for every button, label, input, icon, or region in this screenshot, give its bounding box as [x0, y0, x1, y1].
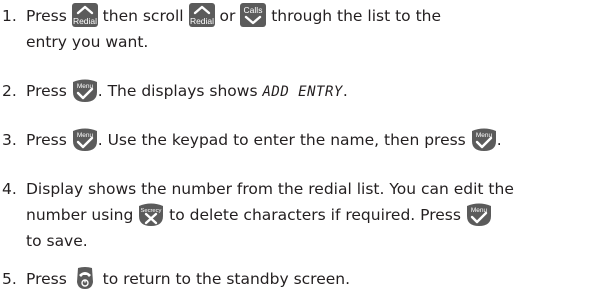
- svg-text:Secrecy: Secrecy: [141, 208, 162, 214]
- step-number: 3.: [2, 131, 17, 149]
- step-number: 4.: [2, 180, 17, 198]
- step-number: 1.: [2, 7, 17, 25]
- step-text: Press Menu . The displays shows ADD ENTR…: [26, 78, 601, 105]
- redial-key-icon: Redial: [71, 3, 98, 27]
- menu-key-icon: Menu: [72, 78, 98, 102]
- step-text: Display shows the number from the redial…: [26, 180, 514, 250]
- svg-text:Redial: Redial: [73, 16, 97, 26]
- svg-text:Redial: Redial: [189, 16, 213, 26]
- instruction-list: 1. Press Redial then scroll Redial or Ca…: [0, 0, 602, 299]
- lcd-display-text: ADD ENTRY: [262, 84, 343, 100]
- step-text: Press Redial then scroll Redial or Calls…: [26, 3, 442, 51]
- menu-key-icon: Menu: [72, 127, 98, 151]
- step-text: Press to return to the standby screen.: [26, 266, 601, 292]
- end-call-key-icon: [72, 266, 98, 290]
- secrecy-key-icon: Secrecy: [138, 202, 164, 226]
- menu-key-icon: Menu: [466, 202, 492, 226]
- step-number: 5.: [2, 270, 17, 288]
- step-text: Press Menu . Use the keypad to enter the…: [26, 127, 601, 153]
- calls-key-icon: Calls: [240, 3, 267, 27]
- step-number: 2.: [2, 82, 17, 100]
- redial-key-icon: Redial: [188, 3, 215, 27]
- svg-text:Calls: Calls: [244, 5, 263, 15]
- menu-key-icon: Menu: [471, 127, 497, 151]
